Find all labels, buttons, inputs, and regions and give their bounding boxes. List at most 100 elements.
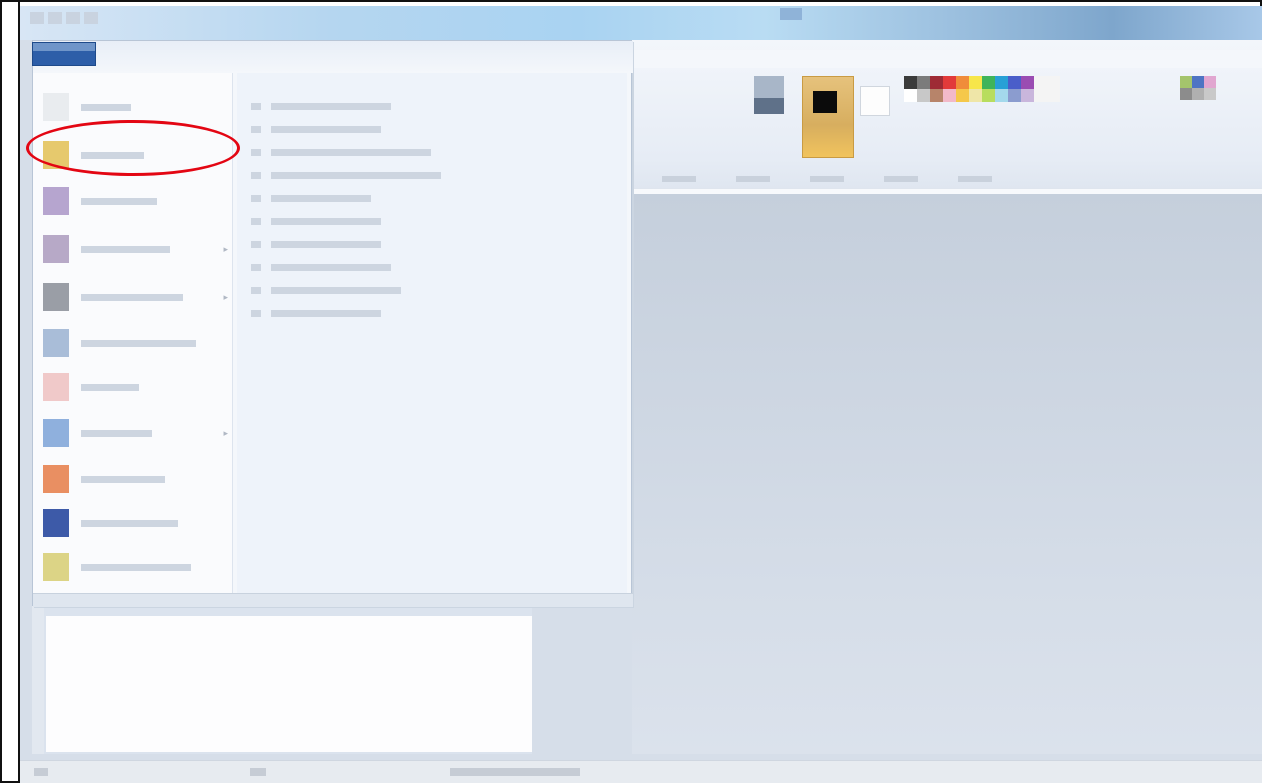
highlight-annotation	[26, 120, 240, 176]
palette-swatch-14[interactable]	[930, 89, 943, 102]
menu-item-set-desktop[interactable]: ▸	[43, 413, 228, 453]
recent-item-number	[251, 286, 261, 294]
undo-icon[interactable]	[48, 12, 62, 24]
palette-swatch-10[interactable]	[1034, 76, 1047, 89]
edit-colors-swatch-3	[1180, 88, 1192, 100]
menu-item-label-placeholder	[81, 475, 165, 483]
recent-item[interactable]	[251, 124, 381, 135]
menu-item-from-scanner[interactable]	[43, 323, 228, 363]
recent-item[interactable]	[251, 193, 371, 204]
palette-swatch-2[interactable]	[930, 76, 943, 89]
about-icon	[43, 509, 69, 537]
menu-item-label-placeholder	[81, 339, 196, 347]
customize-icon[interactable]	[84, 12, 98, 24]
palette-swatch-6[interactable]	[982, 76, 995, 89]
recent-item-number	[251, 148, 261, 156]
palette-swatch-23[interactable]	[1047, 89, 1060, 102]
color2-button[interactable]	[860, 86, 890, 116]
edit-colors-swatch-5	[1204, 88, 1216, 100]
paint-menu-highlight	[33, 43, 95, 51]
canvas-area[interactable]	[632, 194, 1262, 754]
redo-icon[interactable]	[66, 12, 80, 24]
recent-item-placeholder	[271, 263, 391, 271]
drawing-canvas[interactable]	[46, 616, 532, 752]
palette-swatch-0[interactable]	[904, 76, 917, 89]
menu-item-print[interactable]: ▸	[43, 277, 228, 317]
recent-item[interactable]	[251, 239, 381, 250]
menu-item-send-email[interactable]	[43, 367, 228, 407]
menu-item-label-placeholder	[81, 563, 191, 571]
edit-colors-swatch-1	[1192, 76, 1204, 88]
palette-swatch-9[interactable]	[1021, 76, 1034, 89]
recent-item[interactable]	[251, 216, 381, 227]
recent-item-number	[251, 217, 261, 225]
palette-swatch-20[interactable]	[1008, 89, 1021, 102]
scanner-icon	[43, 329, 69, 357]
menu-item-properties[interactable]	[43, 459, 228, 499]
palette-swatch-21[interactable]	[1021, 89, 1034, 102]
recent-item[interactable]	[251, 308, 381, 319]
edit-colors-button[interactable]	[1180, 76, 1216, 100]
save-icon[interactable]	[30, 12, 44, 24]
menu-item-label	[81, 243, 170, 255]
edit-colors-swatch-4	[1192, 88, 1204, 100]
recent-item[interactable]	[251, 170, 441, 181]
recent-item-placeholder	[271, 217, 381, 225]
palette-swatch-12[interactable]	[904, 89, 917, 102]
palette-swatch-3[interactable]	[943, 76, 956, 89]
palette-swatch-13[interactable]	[917, 89, 930, 102]
ribbon-tabs	[632, 50, 1262, 68]
palette-swatch-1[interactable]	[917, 76, 930, 89]
save-as-icon	[43, 235, 69, 263]
recent-item[interactable]	[251, 285, 401, 296]
ruler-edge	[32, 606, 44, 754]
recent-item-placeholder	[271, 194, 371, 202]
color1-button[interactable]	[802, 76, 854, 158]
palette-swatch-5[interactable]	[969, 76, 982, 89]
recent-item-placeholder	[271, 240, 381, 248]
group-label-image	[736, 176, 770, 182]
menu-item-save-as[interactable]: ▸	[43, 229, 228, 269]
color-palette	[904, 76, 1060, 102]
recent-item-placeholder	[271, 125, 381, 133]
group-label-colors	[958, 176, 992, 182]
title-bar	[20, 6, 1262, 40]
palette-swatch-18[interactable]	[982, 89, 995, 102]
recent-item[interactable]	[251, 262, 391, 273]
desktop-icon	[43, 419, 69, 447]
recent-item-number	[251, 171, 261, 179]
menu-item-exit[interactable]	[43, 547, 228, 587]
palette-swatch-17[interactable]	[969, 89, 982, 102]
palette-swatch-22[interactable]	[1034, 89, 1047, 102]
edit-colors-swatch-0	[1180, 76, 1192, 88]
palette-swatch-19[interactable]	[995, 89, 1008, 102]
group-label-tools	[810, 176, 844, 182]
ribbon-group-labels	[632, 176, 1262, 188]
menu-item-about[interactable]	[43, 503, 228, 543]
menu-item-label	[81, 337, 196, 349]
menu-item-label-placeholder	[81, 429, 152, 437]
palette-swatch-4[interactable]	[956, 76, 969, 89]
paint-menu-button[interactable]	[32, 42, 96, 66]
recent-item-placeholder	[271, 102, 391, 110]
recent-item[interactable]	[251, 147, 431, 158]
palette-swatch-11[interactable]	[1047, 76, 1060, 89]
menu-item-label	[81, 381, 139, 393]
title-highlight	[780, 8, 802, 20]
menu-item-save[interactable]	[43, 181, 228, 221]
status-bar	[20, 760, 1262, 783]
palette-swatch-16[interactable]	[956, 89, 969, 102]
palette-swatch-7[interactable]	[995, 76, 1008, 89]
save-icon	[43, 187, 69, 215]
email-icon	[43, 373, 69, 401]
properties-icon	[43, 465, 69, 493]
palette-swatch-8[interactable]	[1008, 76, 1021, 89]
palette-swatch-15[interactable]	[943, 89, 956, 102]
menu-item-label	[81, 291, 183, 303]
recent-item[interactable]	[251, 101, 391, 112]
recent-item-number	[251, 309, 261, 317]
zoom-slider[interactable]	[450, 768, 580, 776]
menu-item-label-placeholder	[81, 293, 183, 301]
menu-item-label-placeholder	[81, 197, 157, 205]
ribbon	[632, 40, 1262, 194]
